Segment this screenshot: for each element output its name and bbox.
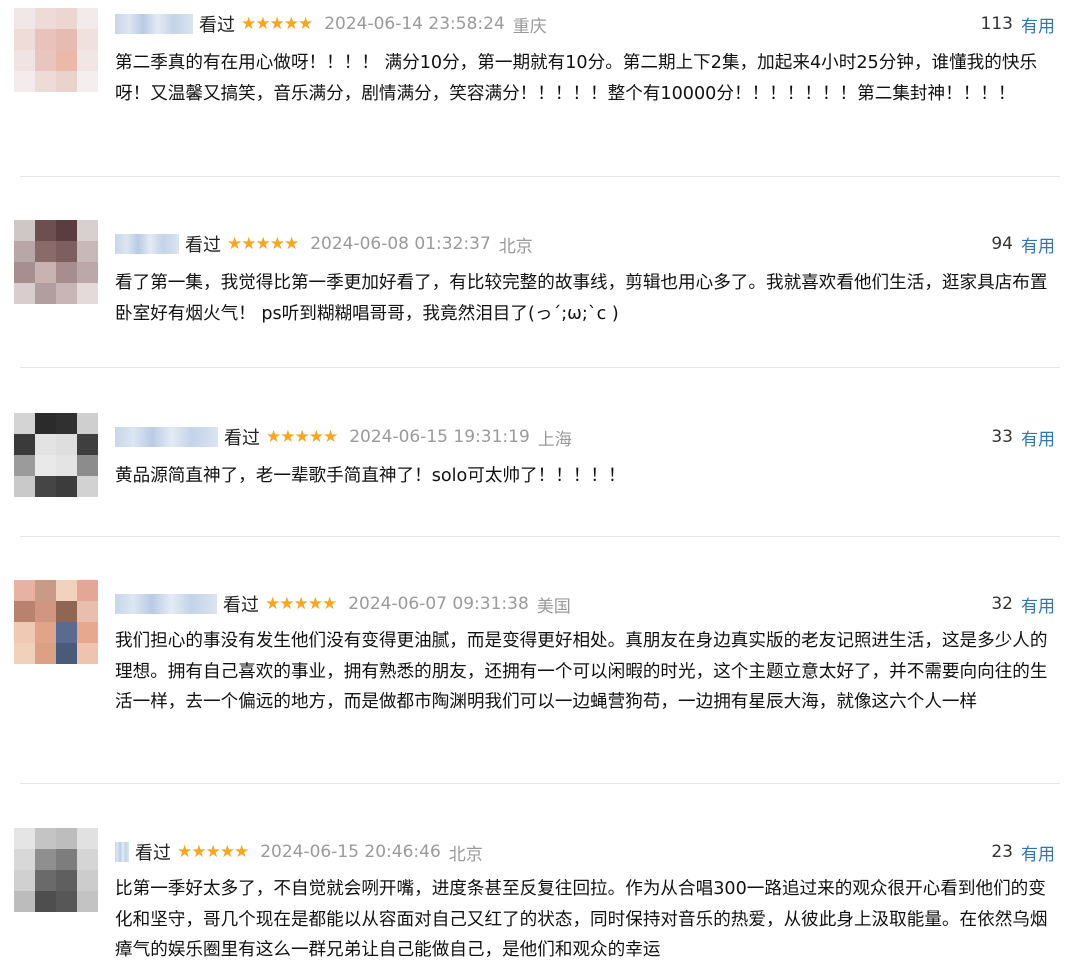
watched-label: 看过 [224, 428, 260, 449]
divider [20, 783, 1060, 784]
vote-count: 23 [991, 842, 1013, 862]
vote-count: 33 [991, 427, 1013, 447]
watched-label: 看过 [199, 15, 235, 36]
review-meta: 看过 ★★★★★ 2024-06-08 01:32:37 北京 [115, 230, 533, 258]
review-content: 黄品源简直神了，老一辈歌手简直神了！solo可太帅了！！！！！ [115, 466, 626, 486]
vote-count: 32 [991, 594, 1013, 614]
review-content: 我们担心的事没有发生他们没有变得更油腻，而是变得更好相处。真朋友在身边真实版的老… [115, 631, 1048, 712]
review-time[interactable]: 2024-06-15 20:46:46 [260, 842, 441, 862]
watched-label: 看过 [135, 843, 171, 864]
vote-area: 33 有用 [991, 423, 1055, 451]
rating-stars: ★★★★★ [265, 594, 337, 614]
watched-label: 看过 [223, 595, 259, 616]
review-meta: 看过 ★★★★★ 2024-06-14 23:58:24 重庆 [115, 10, 547, 38]
divider [20, 176, 1060, 177]
review-location: 北京 [448, 844, 483, 865]
avatar[interactable] [14, 8, 98, 92]
review-time[interactable]: 2024-06-08 01:32:37 [310, 234, 491, 254]
avatar[interactable] [14, 220, 98, 304]
vote-area: 32 有用 [991, 590, 1055, 618]
review-location: 上海 [537, 429, 572, 450]
review-meta: 看过 ★★★★★ 2024-06-15 20:46:46 北京 [115, 838, 483, 866]
vote-count: 94 [991, 234, 1013, 254]
review-location: 美国 [536, 596, 571, 617]
rating-stars: ★★★★★ [227, 234, 299, 254]
review-meta: 看过 ★★★★★ 2024-06-15 19:31:19 上海 [115, 423, 572, 451]
review-location: 北京 [498, 236, 533, 257]
useful-button[interactable]: 有用 [1021, 592, 1055, 617]
divider [20, 367, 1060, 368]
rating-stars: ★★★★★ [177, 842, 249, 862]
username-blurred[interactable] [115, 427, 218, 447]
rating-stars: ★★★★★ [241, 14, 313, 34]
vote-area: 94 有用 [991, 230, 1055, 258]
rating-stars: ★★★★★ [266, 427, 338, 447]
useful-button[interactable]: 有用 [1021, 425, 1055, 450]
review-content: 第二季真的有在用心做呀！！！！ 满分10分，第一期就有10分。第二期上下2集，加… [115, 53, 1038, 104]
review-meta: 看过 ★★★★★ 2024-06-07 09:31:38 美国 [115, 590, 571, 618]
useful-button[interactable]: 有用 [1021, 232, 1055, 257]
review-time[interactable]: 2024-06-14 23:58:24 [324, 14, 505, 34]
watched-label: 看过 [185, 235, 221, 256]
username-blurred[interactable] [115, 842, 129, 862]
useful-button[interactable]: 有用 [1021, 840, 1055, 865]
vote-count: 113 [980, 14, 1013, 34]
username-blurred[interactable] [115, 594, 217, 614]
review-time[interactable]: 2024-06-07 09:31:38 [348, 594, 529, 614]
review-content: 看了第一集，我觉得比第一季更加好看了，有比较完整的故事线，剪辑也用心多了。我就喜… [115, 273, 1048, 324]
divider [20, 536, 1060, 537]
username-blurred[interactable] [115, 14, 193, 34]
review-location: 重庆 [512, 16, 547, 37]
vote-area: 23 有用 [991, 838, 1055, 866]
useful-button[interactable]: 有用 [1021, 12, 1055, 37]
avatar[interactable] [14, 580, 98, 664]
avatar[interactable] [14, 828, 98, 912]
review-time[interactable]: 2024-06-15 19:31:19 [349, 427, 530, 447]
avatar[interactable] [14, 413, 98, 497]
review-content: 比第一季好太多了，不自觉就会咧开嘴，进度条甚至反复往回拉。作为从合唱300一路追… [115, 879, 1048, 960]
vote-area: 113 有用 [981, 10, 1055, 38]
username-blurred[interactable] [115, 234, 179, 254]
